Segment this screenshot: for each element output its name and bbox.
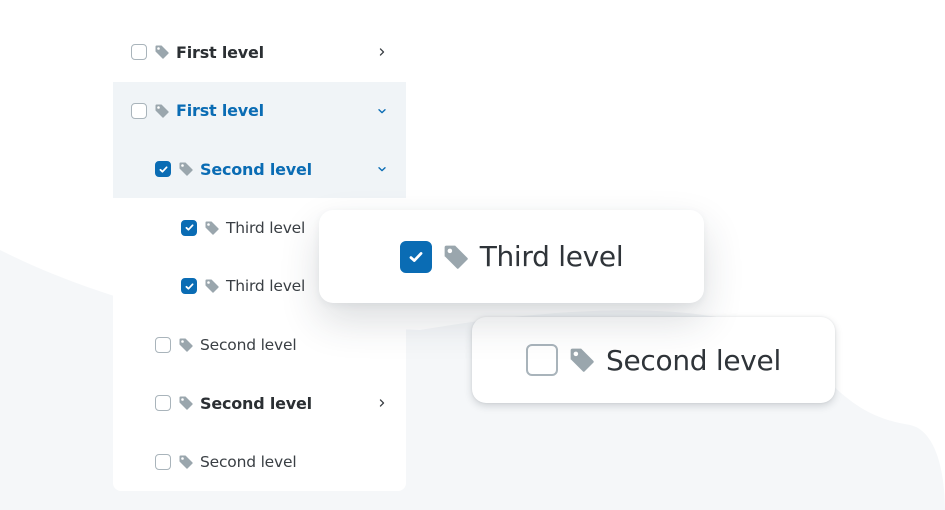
checkmark-icon xyxy=(159,165,167,173)
tree-item-level-2[interactable]: Second level xyxy=(113,433,406,491)
tag-icon xyxy=(444,245,468,269)
checkbox-unchecked[interactable] xyxy=(526,344,559,376)
zoom-card-third-level: Third level xyxy=(319,210,704,303)
tag-icon xyxy=(179,455,193,469)
chevron-right-icon[interactable] xyxy=(376,397,388,409)
checkmark-icon xyxy=(185,224,193,231)
tree-item-level-2[interactable]: Second level xyxy=(113,316,406,374)
card-label: Second level xyxy=(606,343,781,377)
checkmark-icon xyxy=(409,251,423,262)
checkbox-checked[interactable] xyxy=(155,161,171,177)
tag-icon xyxy=(155,104,169,118)
tree-item-label: Third level xyxy=(226,218,306,237)
chevron-right-icon[interactable] xyxy=(376,46,388,58)
tag-icon xyxy=(179,396,193,410)
checkbox-checked[interactable] xyxy=(181,219,197,236)
checkbox-unchecked[interactable] xyxy=(155,336,171,353)
tree-item-label: First level xyxy=(176,101,264,120)
tree-item-label: Second level xyxy=(200,393,312,413)
tag-icon xyxy=(179,162,193,176)
tree-item-level-2[interactable]: Second level xyxy=(113,140,406,198)
chevron-down-icon[interactable] xyxy=(376,163,388,175)
tree-item-label: Second level xyxy=(200,452,297,471)
checkbox-checked[interactable] xyxy=(181,278,197,294)
tree-item-level-2[interactable]: Second level xyxy=(113,374,406,432)
checkbox-unchecked[interactable] xyxy=(131,44,147,60)
checkbox-unchecked[interactable] xyxy=(131,102,147,119)
tree-item-level-1[interactable]: First level xyxy=(113,23,406,81)
checkbox-unchecked[interactable] xyxy=(155,395,171,411)
tag-icon xyxy=(570,348,594,372)
tag-icon xyxy=(155,45,169,59)
tree-item-label: Second level xyxy=(200,335,297,354)
zoom-card-second-level: Second level xyxy=(472,317,835,403)
checkmark-icon xyxy=(185,282,193,290)
tree-item-level-1[interactable]: First level xyxy=(113,81,406,140)
checkbox-unchecked[interactable] xyxy=(155,453,171,470)
tag-icon xyxy=(205,279,219,293)
tree-item-label: Third level xyxy=(226,277,306,295)
tree-item-label: First level xyxy=(176,42,264,62)
chevron-down-icon[interactable] xyxy=(376,105,388,117)
tree-item-label: Second level xyxy=(200,159,312,179)
tag-icon xyxy=(205,221,219,235)
card-label: Third level xyxy=(479,240,624,273)
checkbox-checked[interactable] xyxy=(399,240,432,273)
tag-icon xyxy=(179,338,193,352)
